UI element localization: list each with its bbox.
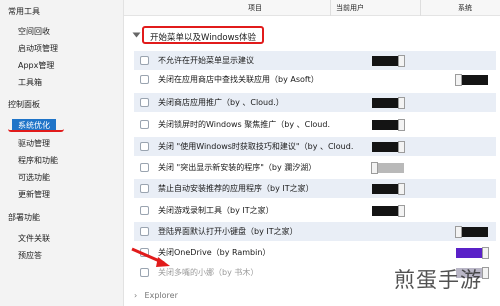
sidebar-item-file-association[interactable]: 文件关联 [18, 233, 50, 244]
red-arrow-annotation [131, 247, 170, 267]
setting-row[interactable]: 关闭在应用商店中查找关联应用（by Asoft） [134, 70, 496, 89]
setting-label: 关闭 "突出显示新安装的程序"（by 瀾汐湖） [158, 163, 317, 172]
setting-row[interactable]: 关闭游戏录制工具（by IT之家） [134, 201, 496, 220]
sidebar-group-deploy: 部署功能 [8, 213, 40, 222]
sidebar-item-appx-manager[interactable]: Appx管理 [18, 60, 54, 71]
setting-row[interactable]: 关闭商店应用推广（by 、Cloud.） [134, 93, 496, 112]
section-start-menu[interactable]: 开始菜单以及Windows体验 [132, 26, 494, 44]
system-toggle[interactable] [455, 226, 488, 238]
column-system[interactable]: 系统 [458, 3, 472, 13]
section-title: 开始菜单以及Windows体验 [142, 26, 264, 44]
column-current-user[interactable]: 当前用户 [336, 3, 364, 13]
sidebar-group-tools: 常用工具 [8, 7, 40, 16]
sidebar-item-driver-manager[interactable]: 驱动管理 [18, 138, 50, 149]
sidebar-item-space-recycle[interactable]: 空间回收 [18, 26, 50, 37]
setting-label: 关闭锁屏时的Windows 聚焦推广（by 、Cloud. [158, 120, 331, 129]
setting-label: 关闭OneDrive（by Rambin） [158, 248, 271, 257]
sidebar-item-toolbox[interactable]: 工具箱 [18, 77, 42, 88]
setting-row[interactable]: 禁止自动安装推荐的应用程序（by IT之家） [134, 179, 496, 198]
chevron-right-icon[interactable]: › [134, 291, 142, 300]
setting-row[interactable]: 关闭 "突出显示新安装的程序"（by 瀾汐湖） [134, 158, 496, 177]
setting-icon [140, 163, 149, 172]
setting-label: 关闭游戏录制工具（by IT之家） [158, 206, 274, 215]
system-toggle[interactable] [455, 74, 488, 86]
user-toggle[interactable] [372, 141, 405, 153]
column-item[interactable]: 项目 [248, 3, 262, 13]
setting-label: 关闭在应用商店中查找关联应用（by Asoft） [158, 75, 319, 84]
explorer-label: Explorer [144, 291, 178, 300]
setting-row[interactable]: 不允许在开始菜单显示建议 [134, 51, 496, 70]
sidebar-item-programs-features[interactable]: 程序和功能 [18, 155, 58, 166]
setting-row[interactable]: 关闭OneDrive（by Rambin） [134, 243, 496, 262]
user-toggle[interactable] [372, 205, 405, 217]
setting-row[interactable]: 关闭 "使用Windows时获取技巧和建议"（by 、Cloud. [134, 137, 496, 156]
column-header: 项目 当前用户 系统 [124, 0, 500, 16]
red-underline-annotation [8, 129, 64, 132]
setting-label: 禁止自动安装推荐的应用程序（by IT之家） [158, 184, 314, 193]
user-toggle[interactable] [372, 97, 405, 109]
user-toggle[interactable] [372, 55, 405, 67]
user-toggle[interactable] [372, 119, 405, 131]
setting-icon [140, 206, 149, 215]
setting-icon [140, 98, 149, 107]
system-toggle[interactable] [456, 247, 489, 259]
setting-icon [140, 142, 149, 151]
explorer-section[interactable]: › Explorer [134, 291, 178, 300]
setting-row[interactable]: 关闭锁屏时的Windows 聚焦推广（by 、Cloud. [134, 115, 496, 134]
main-panel: 项目 当前用户 系统 开始菜单以及Windows体验 不允许在开始菜单显示建议 … [124, 0, 500, 306]
setting-icon [140, 56, 149, 65]
setting-row[interactable]: 登陆界面默认打开小键盘（by IT之家） [134, 222, 496, 241]
collapse-arrow-icon[interactable] [132, 32, 141, 38]
setting-label: 关闭 "使用Windows时获取技巧和建议"（by 、Cloud. [158, 142, 354, 151]
setting-icon [140, 120, 149, 129]
user-toggle[interactable] [371, 162, 404, 174]
setting-label: 关闭商店应用推广（by 、Cloud.） [158, 98, 284, 107]
setting-icon [140, 227, 149, 236]
setting-icon [140, 184, 149, 193]
sidebar-group-control-panel: 控制面板 [8, 100, 40, 109]
setting-label: 不允许在开始菜单显示建议 [158, 56, 254, 65]
column-divider [420, 0, 421, 16]
watermark-text: 煎蛋手游 [394, 268, 482, 292]
sidebar: 常用工具 空间回收 启动项管理 Appx管理 工具箱 控制面板 系统优化 驱动管… [0, 0, 124, 306]
setting-icon [140, 268, 149, 277]
sidebar-item-pre-answer[interactable]: 预应答 [18, 250, 42, 261]
sidebar-item-update-manager[interactable]: 更新管理 [18, 189, 50, 200]
setting-icon [140, 75, 149, 84]
user-toggle[interactable] [372, 183, 405, 195]
sidebar-item-startup-manager[interactable]: 启动项管理 [18, 43, 58, 54]
column-divider [330, 0, 331, 16]
setting-label: 登陆界面默认打开小键盘（by IT之家） [158, 227, 298, 236]
sidebar-item-optional-features[interactable]: 可选功能 [18, 172, 50, 183]
